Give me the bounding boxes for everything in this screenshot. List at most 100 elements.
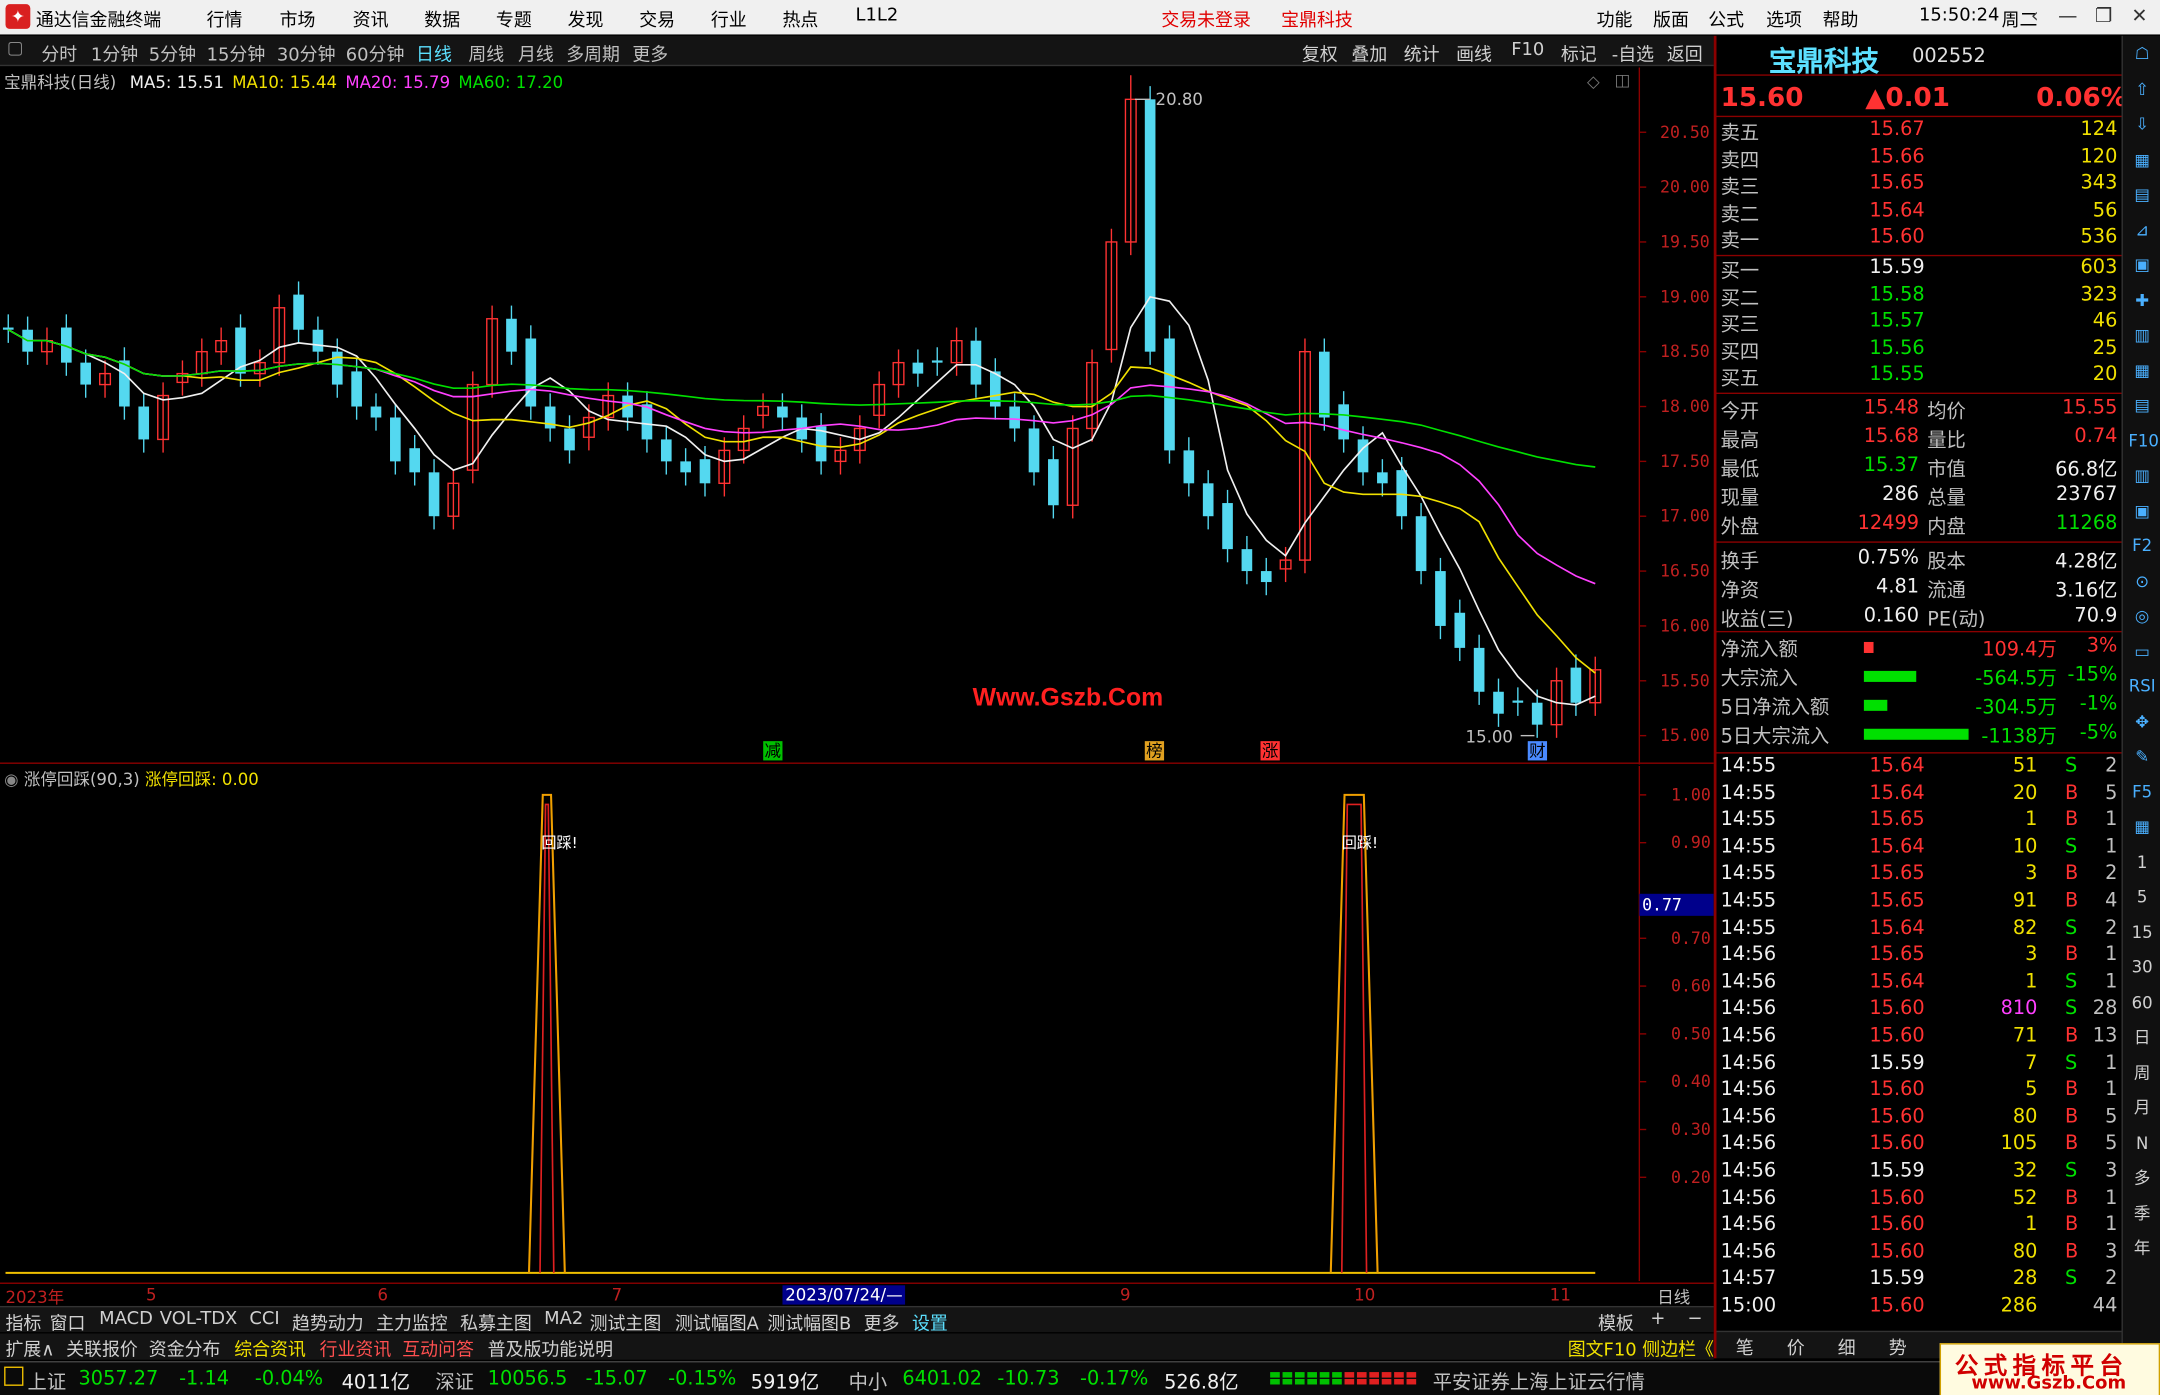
- side-tool-icon[interactable]: 30: [2128, 955, 2156, 980]
- menu-item[interactable]: 交易: [639, 6, 675, 32]
- indicator-tab[interactable]: 测试幅图B: [767, 1309, 851, 1335]
- side-tool-icon[interactable]: RSI: [2128, 674, 2156, 699]
- indicator-tab[interactable]: 私募主图: [460, 1309, 532, 1335]
- indicator-tab[interactable]: CCI: [249, 1309, 279, 1330]
- chart-tool-button[interactable]: 叠加: [1351, 40, 1387, 66]
- indicator-tab[interactable]: 主力监控: [376, 1309, 448, 1335]
- indicator-tab[interactable]: 测试幅图A: [675, 1309, 759, 1335]
- side-tool-icon[interactable]: ⊙: [2128, 568, 2156, 593]
- side-tool-icon[interactable]: ▦: [2128, 147, 2156, 172]
- side-tool-icon[interactable]: F5: [2128, 779, 2156, 804]
- side-tool-icon[interactable]: F2: [2128, 533, 2156, 558]
- quote-tab[interactable]: 价: [1787, 1334, 1805, 1360]
- side-tool-icon[interactable]: ✥: [2128, 709, 2156, 734]
- period-tab[interactable]: 60分钟: [346, 40, 405, 66]
- chart-tool-button[interactable]: F10: [1511, 40, 1544, 61]
- side-tool-icon[interactable]: 月: [2128, 1095, 2156, 1120]
- right-menu-item[interactable]: 版面: [1653, 6, 1689, 32]
- side-tool-icon[interactable]: ✚: [2128, 287, 2156, 312]
- side-tool-icon[interactable]: ✎: [2128, 744, 2156, 769]
- period-tab[interactable]: 月线: [518, 40, 554, 66]
- period-tab[interactable]: 多周期: [566, 40, 620, 66]
- indicator-tab[interactable]: 更多: [864, 1309, 900, 1335]
- quote-tab[interactable]: 细: [1838, 1334, 1856, 1360]
- chart-tool-button[interactable]: 复权: [1302, 40, 1338, 66]
- indicator-tab[interactable]: 窗口: [50, 1309, 86, 1335]
- side-tool-icon[interactable]: 年: [2128, 1236, 2156, 1261]
- right-menu-item[interactable]: 功能: [1597, 6, 1633, 32]
- quote-tab[interactable]: 势: [1889, 1334, 1907, 1360]
- menu-item[interactable]: 专题: [496, 6, 532, 32]
- menu-item[interactable]: 行情: [207, 6, 243, 32]
- right-menu-item[interactable]: 帮助: [1823, 6, 1859, 32]
- side-tool-icon[interactable]: F10: [2128, 428, 2159, 453]
- menu-item[interactable]: 发现: [568, 6, 604, 32]
- side-tool-icon[interactable]: ⇩: [2128, 112, 2156, 137]
- side-tool-icon[interactable]: ▣: [2128, 498, 2156, 523]
- side-panel-toggle[interactable]: 图文F10 侧边栏《: [1568, 1335, 1714, 1361]
- side-tool-icon[interactable]: 周: [2128, 1060, 2156, 1085]
- side-tool-icon[interactable]: 1: [2128, 849, 2156, 874]
- indicator-tab[interactable]: VOL-TDX: [160, 1309, 238, 1330]
- side-tool-icon[interactable]: ▥: [2128, 322, 2156, 347]
- side-tool-icon[interactable]: ◎: [2128, 603, 2156, 628]
- indicator-tab[interactable]: 设置: [912, 1309, 948, 1335]
- period-tab[interactable]: 周线: [468, 40, 504, 66]
- main-kline-chart[interactable]: 宝鼎科技(日线) MA5: 15.51 MA10: 15.44 MA20: 15.7…: [0, 67, 1714, 765]
- indicator-chart[interactable]: ◉ 涨停回踩(90,3) 涨停回踩: 0.00 1.00 0.90 0.77 0.70…: [0, 765, 1714, 1282]
- period-tab[interactable]: 日线: [416, 40, 452, 66]
- period-tab[interactable]: 30分钟: [277, 40, 336, 66]
- menu-item[interactable]: 数据: [424, 6, 460, 32]
- menu-item[interactable]: 行业: [711, 6, 747, 32]
- menu-item[interactable]: 热点: [782, 6, 818, 32]
- chart-tool-button[interactable]: 画线: [1456, 40, 1492, 66]
- indicator-tab[interactable]: MA2: [544, 1309, 583, 1330]
- panel-toggle-icon[interactable]: ▢: [7, 39, 24, 60]
- side-tool-icon[interactable]: ▦: [2128, 357, 2156, 382]
- period-tab[interactable]: 15分钟: [207, 40, 266, 66]
- indicator-tab[interactable]: 测试主图: [590, 1309, 662, 1335]
- stock-tab-link[interactable]: 宝鼎科技: [1281, 6, 1353, 32]
- menu-item[interactable]: 资讯: [353, 6, 389, 32]
- period-tab[interactable]: 更多: [632, 40, 668, 66]
- side-tool-icon[interactable]: ▤: [2128, 393, 2156, 418]
- back-icon[interactable]: ‹: [2020, 3, 2050, 31]
- extension-tab[interactable]: 资金分布: [149, 1335, 221, 1361]
- indicator-tab[interactable]: 指标: [6, 1309, 42, 1335]
- side-tool-icon[interactable]: ⊿: [2128, 217, 2156, 242]
- menu-item[interactable]: 市场: [280, 6, 316, 32]
- indicator-tab[interactable]: MACD: [99, 1309, 153, 1330]
- side-tool-icon[interactable]: 多: [2128, 1165, 2156, 1190]
- right-menu-item[interactable]: 公式: [1708, 6, 1744, 32]
- side-tool-icon[interactable]: ▦: [2128, 814, 2156, 839]
- extension-tab[interactable]: 关联报价: [66, 1335, 138, 1361]
- extension-tab[interactable]: 互动问答: [402, 1335, 474, 1361]
- side-tool-icon[interactable]: ⇧: [2128, 76, 2156, 101]
- side-tool-icon[interactable]: ▤: [2128, 182, 2156, 207]
- status-menu-icon[interactable]: [4, 1366, 24, 1386]
- side-tool-icon[interactable]: 日: [2128, 1025, 2156, 1050]
- period-tab[interactable]: 1分钟: [91, 40, 138, 66]
- side-tool-icon[interactable]: 15: [2128, 920, 2156, 945]
- index-name[interactable]: 深证: [435, 1368, 474, 1395]
- extension-tab[interactable]: 行业资讯: [320, 1335, 392, 1361]
- side-tool-icon[interactable]: N: [2128, 1130, 2156, 1155]
- chart-tool-button[interactable]: 返回: [1667, 40, 1703, 66]
- extension-tab[interactable]: 综合资讯: [234, 1335, 306, 1361]
- side-tool-icon[interactable]: ▥: [2128, 463, 2156, 488]
- chart-tool-button[interactable]: 标记: [1561, 40, 1597, 66]
- index-name[interactable]: 上证: [28, 1368, 67, 1395]
- side-tool-icon[interactable]: 60: [2128, 990, 2156, 1015]
- quote-tab[interactable]: 笔: [1736, 1334, 1754, 1360]
- chart-tool-button[interactable]: 统计: [1404, 40, 1440, 66]
- login-status-link[interactable]: 交易未登录: [1161, 6, 1251, 32]
- extension-tab[interactable]: 扩展∧: [6, 1335, 55, 1361]
- side-tool-icon[interactable]: 5: [2128, 884, 2156, 909]
- template-button[interactable]: −: [1688, 1309, 1703, 1330]
- template-button[interactable]: 模板: [1598, 1309, 1634, 1335]
- menu-item[interactable]: L1L2: [855, 6, 898, 27]
- period-tab[interactable]: 5分钟: [149, 40, 196, 66]
- side-tool-icon[interactable]: ▭: [2128, 639, 2156, 664]
- template-button[interactable]: +: [1650, 1309, 1665, 1330]
- chart-tool-button[interactable]: -自选: [1612, 40, 1654, 66]
